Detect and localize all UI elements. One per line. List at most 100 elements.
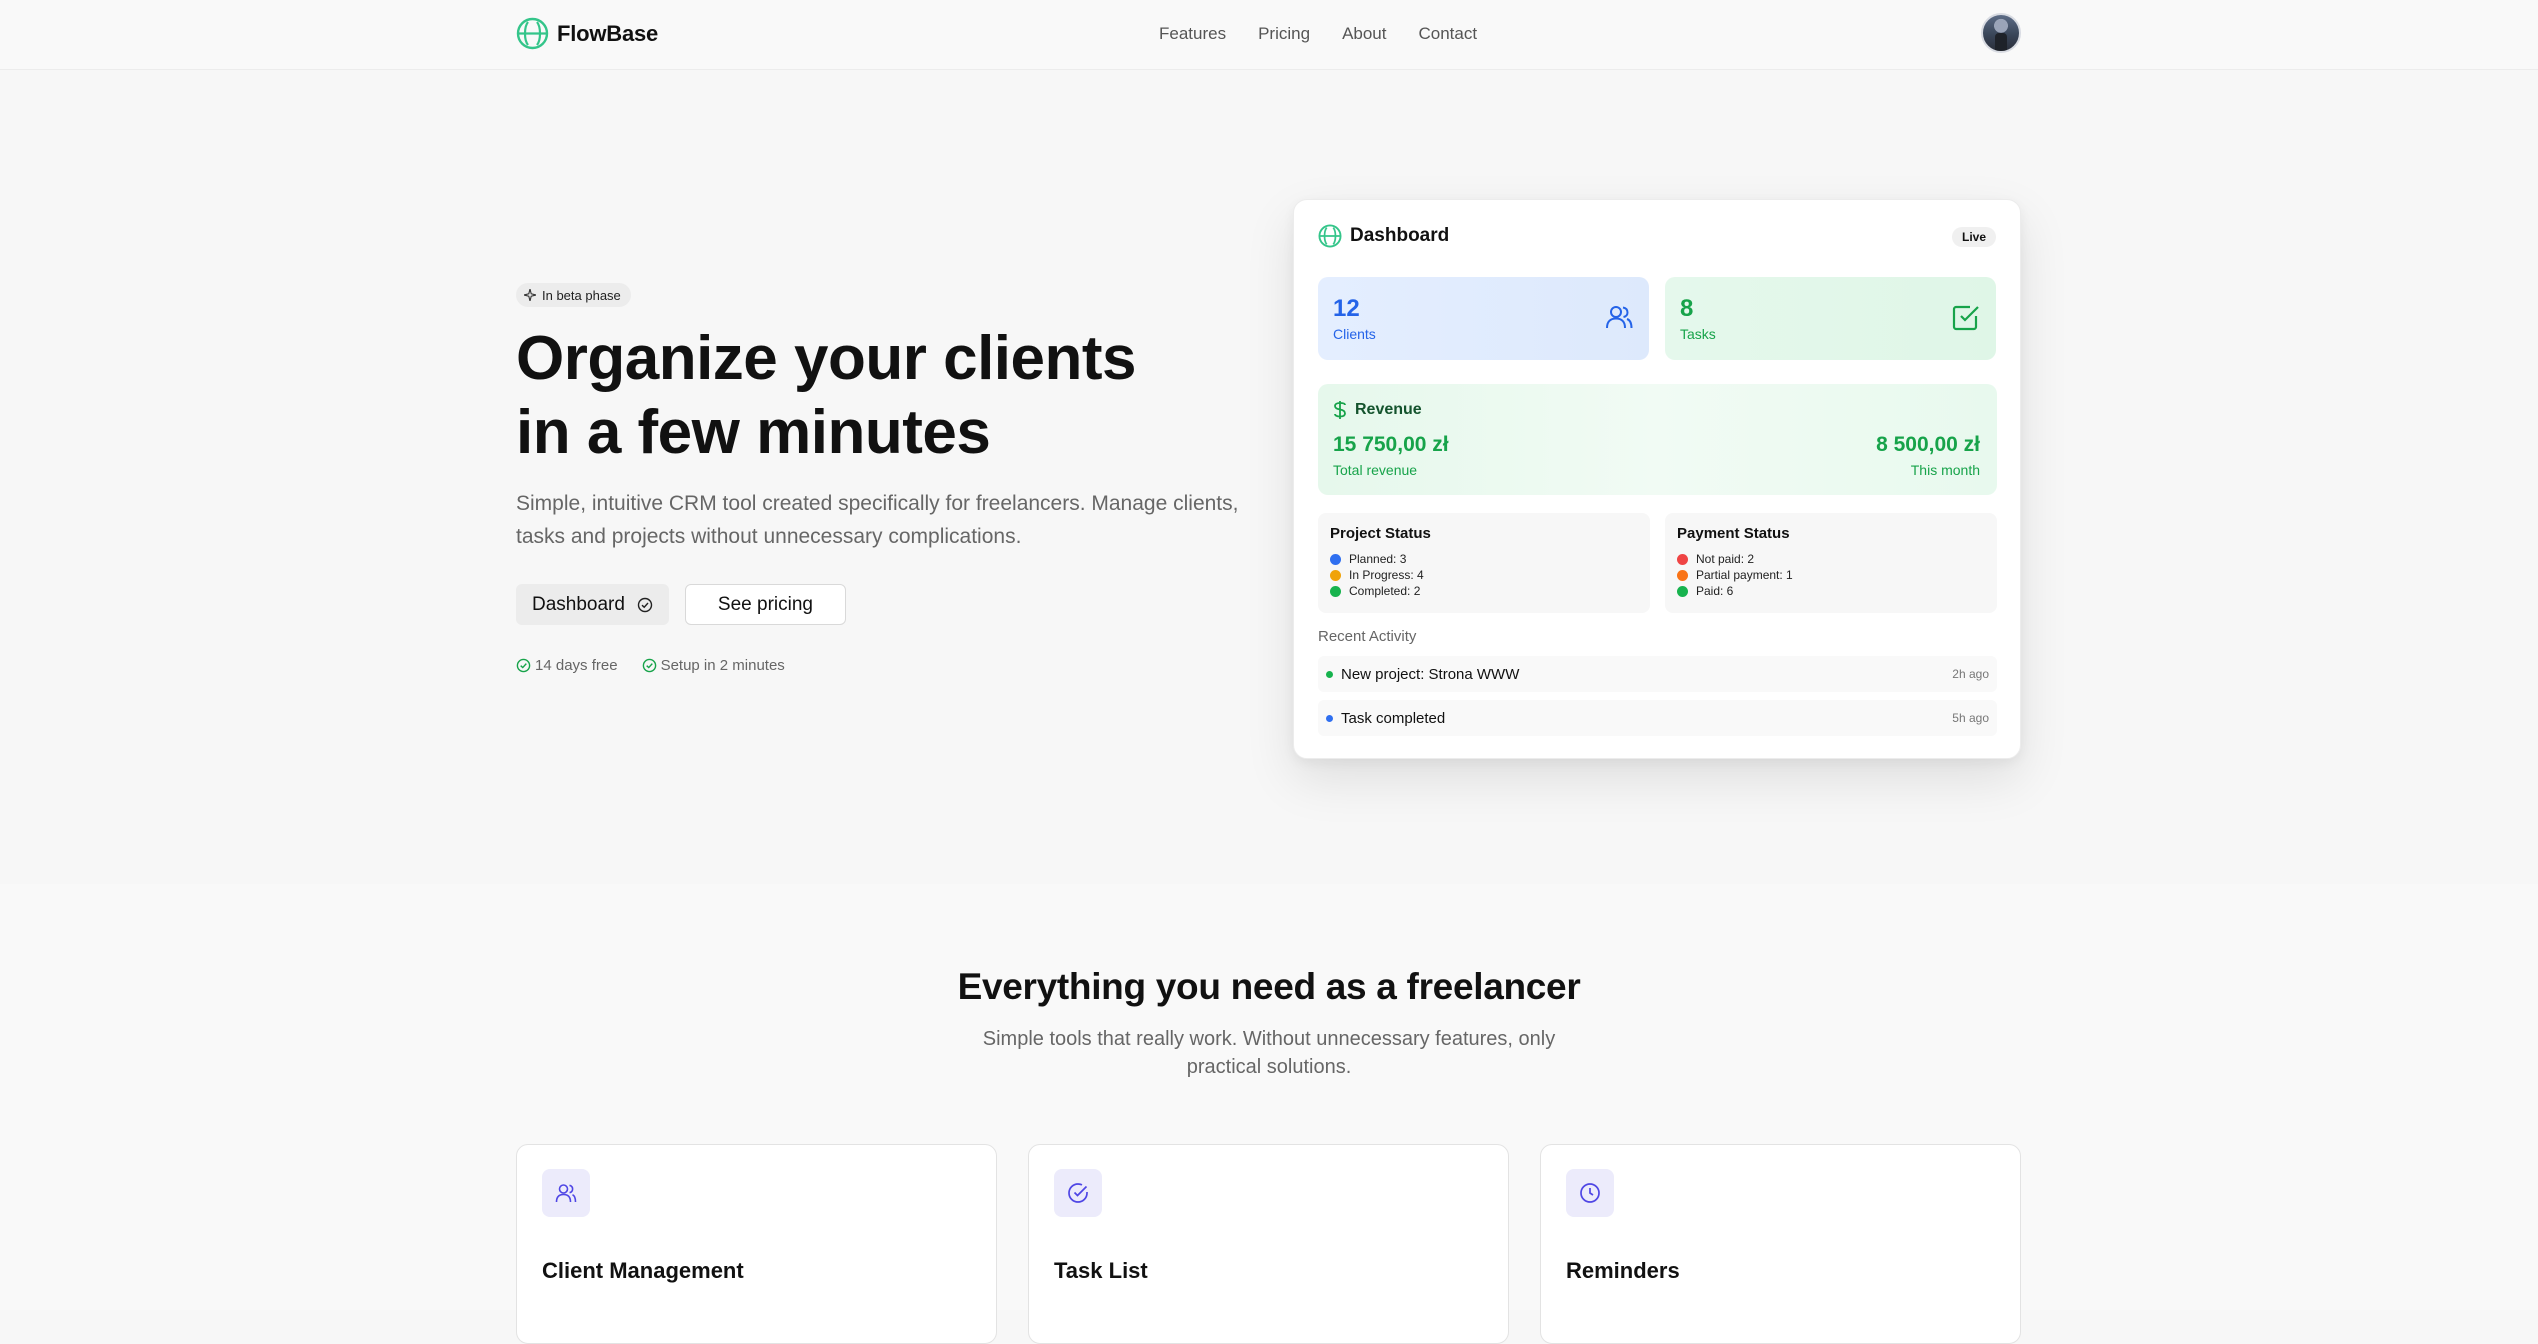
feature-card-title: Client Management (542, 1258, 744, 1283)
activity-time: 2h ago (1952, 667, 1989, 681)
project-status-completed-label: Completed: 2 (1349, 584, 1421, 598)
hero-buttons: Dashboard See pricing (516, 584, 846, 625)
live-badge: Live (1951, 227, 1996, 247)
status-dot (1330, 585, 1341, 597)
user-avatar[interactable] (1981, 13, 2021, 53)
hero-perks: 14 days free Setup in 2 minutes (516, 657, 809, 674)
payment-status-partial-label: Partial payment: 1 (1696, 568, 1793, 582)
activity-time: 5h ago (1952, 711, 1989, 725)
nav-link-about[interactable]: About (1342, 24, 1386, 44)
flowbase-logo-icon (1318, 224, 1342, 248)
brand-logo-link[interactable]: FlowBase (516, 17, 658, 50)
clients-stat-card: 12 Clients (1318, 277, 1649, 360)
feature-card-title: Reminders (1566, 1258, 1680, 1283)
top-navbar: FlowBase Features Pricing About Contact (0, 0, 2538, 70)
features-subtitle: Simple tools that really work. Without u… (954, 1025, 1584, 1081)
check-circle-icon (516, 658, 531, 673)
dashboard-header: Dashboard (1318, 224, 1449, 248)
feature-icon-box (1566, 1169, 1614, 1217)
payment-status-not-paid-label: Not paid: 2 (1696, 552, 1755, 566)
hero-subtitle: Simple, intuitive CRM tool created speci… (516, 487, 1256, 553)
perk-setup-label: Setup in 2 minutes (660, 657, 785, 674)
hero-title-line2: in a few minutes (516, 398, 991, 467)
perk-free-trial: 14 days free (516, 657, 618, 674)
payment-status-card: Payment Status Not paid: 2 Partial payme… (1665, 513, 1997, 613)
clock-icon (1580, 1183, 1600, 1203)
perk-setup: Setup in 2 minutes (642, 657, 785, 674)
dashboard-button-label: Dashboard (532, 593, 625, 615)
dashboard-title: Dashboard (1350, 225, 1450, 246)
status-dot (1330, 569, 1341, 581)
activity-text: Task completed (1341, 709, 1446, 727)
payment-status-list: Not paid: 2 Partial payment: 1 Paid: 6 (1677, 551, 1793, 599)
activity-item[interactable]: Task completed 5h ago (1318, 700, 1997, 736)
project-status-list: Planned: 3 In Progress: 4 Completed: 2 (1330, 551, 1424, 599)
clients-label: Clients (1333, 326, 1376, 342)
total-revenue-label: Total revenue (1333, 462, 1418, 478)
revenue-header: Revenue (1333, 400, 1422, 420)
hero-subtitle-line1: Simple, intuitive CRM tool created speci… (516, 492, 1239, 515)
check-circle-icon (637, 597, 653, 612)
nav-link-features[interactable]: Features (1159, 24, 1226, 44)
features-subtitle-line2: practical solutions. (1186, 1056, 1352, 1078)
activity-dot (1326, 714, 1333, 722)
feature-card-task-list: Task List (1028, 1144, 1509, 1344)
payment-status-partial: Partial payment: 1 (1677, 567, 1793, 583)
dollar-icon (1334, 401, 1346, 419)
project-status-planned: Planned: 3 (1330, 551, 1424, 567)
project-status-in-progress-label: In Progress: 4 (1349, 568, 1424, 582)
project-status-in-progress: In Progress: 4 (1330, 567, 1424, 583)
project-status-title: Project Status (1330, 525, 1431, 542)
checkbox-icon (1952, 305, 1979, 331)
perk-free-trial-label: 14 days free (535, 657, 618, 674)
flowbase-logo-icon (516, 17, 549, 50)
payment-status-paid-label: Paid: 6 (1696, 584, 1734, 598)
project-status-planned-label: Planned: 3 (1349, 552, 1407, 566)
status-dot (1677, 585, 1688, 597)
check-circle-icon (642, 658, 656, 673)
tasks-stat-card: 8 Tasks (1665, 277, 1996, 360)
nav-link-pricing[interactable]: Pricing (1258, 24, 1310, 44)
features-subtitle-line1: Simple tools that really work. Without u… (982, 1028, 1556, 1050)
activity-dot (1326, 670, 1333, 678)
tasks-count: 8 (1680, 295, 1694, 322)
revenue-title: Revenue (1355, 401, 1422, 418)
beta-badge: In beta phase (516, 283, 631, 307)
total-revenue-value: 15 750,00 zł (1333, 433, 1449, 456)
recent-activity-label: Recent Activity (1318, 628, 1417, 645)
monthly-revenue-value: 8 500,00 zł (1876, 433, 1980, 456)
features-section: Everything you need as a freelancer Simp… (0, 884, 2538, 1344)
users-icon (1606, 306, 1633, 329)
features-title: Everything you need as a freelancer (957, 966, 1581, 1007)
clients-count: 12 (1333, 295, 1360, 322)
sparkle-icon (524, 289, 536, 301)
status-dot (1330, 553, 1341, 565)
monthly-revenue-label: This month (1910, 462, 1980, 478)
check-circle-icon (1068, 1183, 1088, 1203)
hero-subtitle-line2: tasks and projects without unnecessary c… (516, 525, 1022, 548)
see-pricing-button[interactable]: See pricing (684, 584, 846, 625)
project-status-card: Project Status Planned: 3 In Progress: 4… (1318, 513, 1650, 613)
tasks-label: Tasks (1680, 326, 1716, 342)
dashboard-preview-card: Dashboard Live 12 Clients 8 Tasks Revenu… (1293, 199, 2021, 759)
brand-name: FlowBase (557, 20, 659, 46)
feature-card-client-management: Client Management (516, 1144, 997, 1344)
users-icon (555, 1184, 577, 1203)
beta-badge-label: In beta phase (542, 287, 621, 303)
dashboard-button[interactable]: Dashboard (516, 584, 669, 625)
project-status-completed: Completed: 2 (1330, 583, 1424, 599)
hero-title: Organize your clients in a few minutes (516, 322, 1256, 470)
nav-links: Features Pricing About Contact (1159, 24, 1509, 44)
feature-card-title: Task List (1054, 1258, 1148, 1283)
activity-item[interactable]: New project: Strona WWW 2h ago (1318, 656, 1997, 692)
status-dot (1677, 553, 1688, 565)
nav-link-contact[interactable]: Contact (1419, 24, 1478, 44)
revenue-card: Revenue 15 750,00 zł Total revenue 8 500… (1318, 384, 1997, 495)
activity-text: New project: Strona WWW (1341, 665, 1520, 683)
payment-status-title: Payment Status (1677, 525, 1790, 542)
feature-icon-box (542, 1169, 590, 1217)
feature-card-reminders: Reminders (1540, 1144, 2021, 1344)
payment-status-not-paid: Not paid: 2 (1677, 551, 1793, 567)
payment-status-paid: Paid: 6 (1677, 583, 1793, 599)
hero-title-line1: Organize your clients (516, 324, 1137, 393)
